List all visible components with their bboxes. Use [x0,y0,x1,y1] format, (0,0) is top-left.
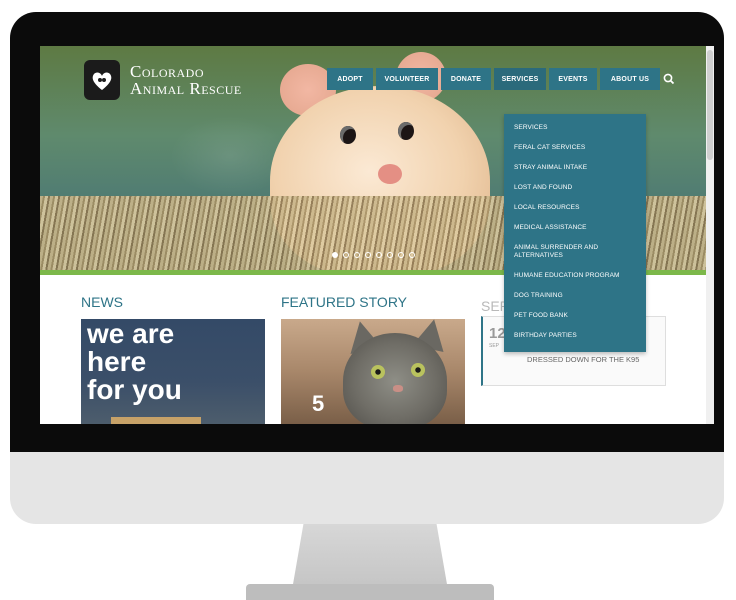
site-logo-text: Colorado Animal Rescue [130,63,242,97]
menu-item-dog-training[interactable]: DOG TRAINING [504,286,646,306]
slider-dot[interactable] [398,252,404,258]
menu-item-pet-food-bank[interactable]: PET FOOD BANK [504,306,646,326]
menu-item-label: ANIMAL SURRENDER AND ALTERNATIVES [514,244,599,259]
menu-item-medical-assistance[interactable]: MEDICAL ASSISTANCE [504,218,646,238]
menu-item-label: SERVICES [514,124,548,131]
menu-item-lost-and-found[interactable]: LOST AND FOUND [504,178,646,198]
slider-dot[interactable] [365,252,371,258]
nav-events[interactable]: EVENTS [549,68,597,90]
slider-dot[interactable] [343,252,349,258]
slider-dot[interactable] [376,252,382,258]
menu-item-local-resources[interactable]: LOCAL RESOURCES [504,198,646,218]
page-scrollbar[interactable] [706,46,714,424]
event-title[interactable]: DRESSED DOWN FOR THE K95 [527,355,639,364]
nav-services[interactable]: SERVICES [494,68,546,90]
cat-eye-left [371,365,385,379]
featured-story-heading: FEATURED STORY [281,294,408,310]
news-image-line-1: we are [87,319,175,349]
menu-item-humane-education[interactable]: HUMANE EDUCATION PROGRAM [504,266,646,286]
menu-item-label: LOST AND FOUND [514,184,573,191]
nav-donate[interactable]: DONATE [441,68,491,90]
nav-adopt[interactable]: ADOPT [327,68,373,90]
slider-dot[interactable] [354,252,360,258]
hamster-eye-right [398,122,414,140]
main-nav: ADOPT VOLUNTEER DONATE SERVICES EVENTS A… [327,68,660,90]
news-image-line-2: here [87,346,147,377]
services-dropdown-menu: SERVICES FERAL CAT SERVICES STRAY ANIMAL… [504,114,646,352]
featured-story-image[interactable]: 5 [281,319,465,424]
hamster-nose [378,164,402,184]
news-heading: NEWS [81,294,123,310]
menu-item-label: BIRTHDAY PARTIES [514,332,577,339]
news-image-strip [111,417,201,424]
paw-heart-logo-icon [84,60,120,100]
menu-item-label: LOCAL RESOURCES [514,204,580,211]
monitor-stand-neck [292,518,448,590]
menu-item-feral-cat-services[interactable]: FERAL CAT SERVICES [504,138,646,158]
search-icon[interactable] [662,72,676,86]
slider-pagination [332,252,415,258]
menu-item-label: HUMANE EDUCATION PROGRAM [514,272,620,279]
menu-item-stray-animal-intake[interactable]: STRAY ANIMAL INTAKE [504,158,646,178]
menu-item-services[interactable]: SERVICES [504,118,646,138]
menu-item-label: FERAL CAT SERVICES [514,144,586,151]
menu-item-label: MEDICAL ASSISTANCE [514,224,587,231]
news-image[interactable]: we are here for you [81,319,265,424]
browser-viewport: Colorado Animal Rescue ADOPT VOLUNTEER D… [40,46,706,424]
nav-volunteer[interactable]: VOLUNTEER [376,68,438,90]
menu-item-label: DOG TRAINING [514,292,563,299]
nav-about-us[interactable]: ABOUT US [600,68,660,90]
logo-line-2: Animal Rescue [130,79,242,98]
site-logo[interactable]: Colorado Animal Rescue [84,60,242,100]
monitor-stand-base [246,584,494,600]
cat-photo [343,333,447,424]
hamster-eye-left [340,126,356,144]
slider-dot[interactable] [332,252,338,258]
featured-overlay-number: 5 [312,391,325,416]
menu-item-birthday-parties[interactable]: BIRTHDAY PARTIES [504,326,646,346]
news-image-line-3: for you [87,374,182,405]
cat-eye-right [411,363,425,377]
event-month: SEP [489,343,500,349]
logo-line-1: Colorado [130,62,205,81]
menu-item-label: STRAY ANIMAL INTAKE [514,164,588,171]
slider-dot[interactable] [387,252,393,258]
slider-dot[interactable] [409,252,415,258]
cat-nose [393,385,403,392]
menu-item-label: PET FOOD BANK [514,312,568,319]
scrollbar-thumb[interactable] [707,50,713,160]
menu-item-animal-surrender[interactable]: ANIMAL SURRENDER AND ALTERNATIVES [504,238,646,266]
